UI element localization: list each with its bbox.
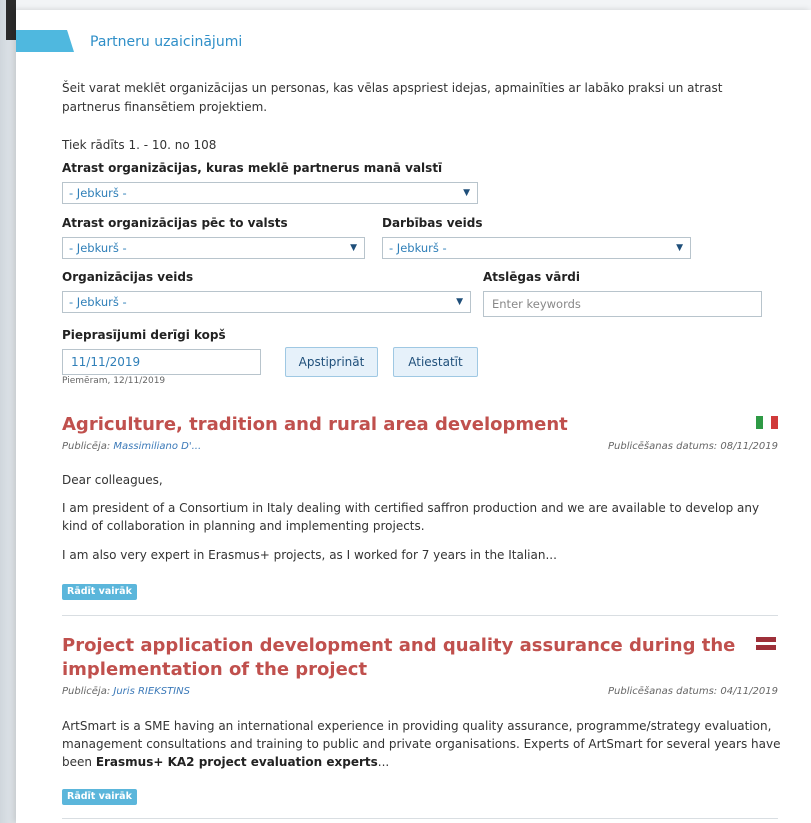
show-more-button[interactable]: Rādīt vairāk <box>62 584 137 600</box>
chevron-down-icon: ▼ <box>463 188 470 198</box>
apply-button[interactable]: Apstiprināt <box>285 347 378 377</box>
post-date: Publicēšanas datums: 08/11/2019 <box>608 441 778 452</box>
post-paragraph: I am also very expert in Erasmus+ projec… <box>62 548 557 562</box>
chevron-down-icon: ▼ <box>350 243 357 253</box>
org-type-label: Organizācijas veids <box>62 270 194 284</box>
country-partner-select[interactable]: - Jebkurš - ▼ <box>62 182 478 204</box>
post-date: Publicēšanas datums: 04/11/2019 <box>608 686 778 697</box>
publisher-label: Publicēja: <box>62 686 111 697</box>
post-paragraph: I am president of a Consortium in Italy … <box>62 501 760 533</box>
intro-text: Šeit varat meklēt organizācijas un perso… <box>62 81 723 114</box>
org-type-select[interactable]: - Jebkurš - ▼ <box>62 291 471 313</box>
org-type-value: - Jebkurš - <box>69 295 127 309</box>
publisher-link[interactable]: Massimiliano D'... <box>113 441 201 452</box>
italy-flag-icon <box>756 416 778 429</box>
results-count: Tiek rādīts 1. - 10. no 108 <box>62 138 217 152</box>
left-edge-marker <box>6 0 16 40</box>
latvia-flag-icon <box>756 637 776 650</box>
post-paragraph: ArtSmart is a SME having an internationa… <box>62 717 782 771</box>
post-divider <box>62 818 778 819</box>
country-partner-value: - Jebkurš - <box>69 186 127 200</box>
post-paragraph: Dear colleagues, <box>62 473 163 487</box>
valid-since-date-input[interactable]: 11/11/2019 <box>62 349 261 375</box>
date-hint: Piemēram, 12/11/2019 <box>62 376 166 386</box>
activity-value: - Jebkurš - <box>389 241 447 255</box>
publisher-link[interactable]: Juris RIEKSTINS <box>113 686 190 697</box>
keywords-input[interactable]: Enter keywords <box>483 291 762 317</box>
reset-button[interactable]: Atiestatīt <box>393 347 478 377</box>
page-title: Partneru uzaicinājumi <box>90 34 243 50</box>
post-title-link[interactable]: Project application development and qual… <box>62 634 752 682</box>
post-title-link[interactable]: Agriculture, tradition and rural area de… <box>62 413 742 437</box>
chevron-down-icon: ▼ <box>676 243 683 253</box>
keywords-label: Atslēgas vārdi <box>483 270 580 284</box>
post-divider <box>62 615 778 616</box>
post-text-bold: Erasmus+ KA2 project evaluation experts <box>95 755 378 769</box>
show-more-button[interactable]: Rādīt vairāk <box>62 789 137 805</box>
post-publisher: Publicēja: Massimiliano D'... <box>62 441 201 452</box>
header-tab-decoration <box>16 30 74 52</box>
main-panel: Partneru uzaicinājumi Šeit varat meklēt … <box>16 10 811 823</box>
country-label: Atrast organizācijas pēc to valsts <box>62 216 288 230</box>
country-value: - Jebkurš - <box>69 241 127 255</box>
post-publisher: Publicēja: Juris RIEKSTINS <box>62 686 190 697</box>
post-text-end: ... <box>377 755 390 769</box>
activity-label: Darbības veids <box>382 216 483 230</box>
activity-select[interactable]: - Jebkurš - ▼ <box>382 237 691 259</box>
valid-since-label: Pieprasījumi derīgi kopš <box>62 328 226 342</box>
left-edge <box>0 0 16 823</box>
country-select[interactable]: - Jebkurš - ▼ <box>62 237 365 259</box>
publisher-label: Publicēja: <box>62 441 111 452</box>
top-strip <box>16 0 811 10</box>
country-partner-label: Atrast organizācijas, kuras meklē partne… <box>62 161 443 175</box>
chevron-down-icon: ▼ <box>456 297 463 307</box>
